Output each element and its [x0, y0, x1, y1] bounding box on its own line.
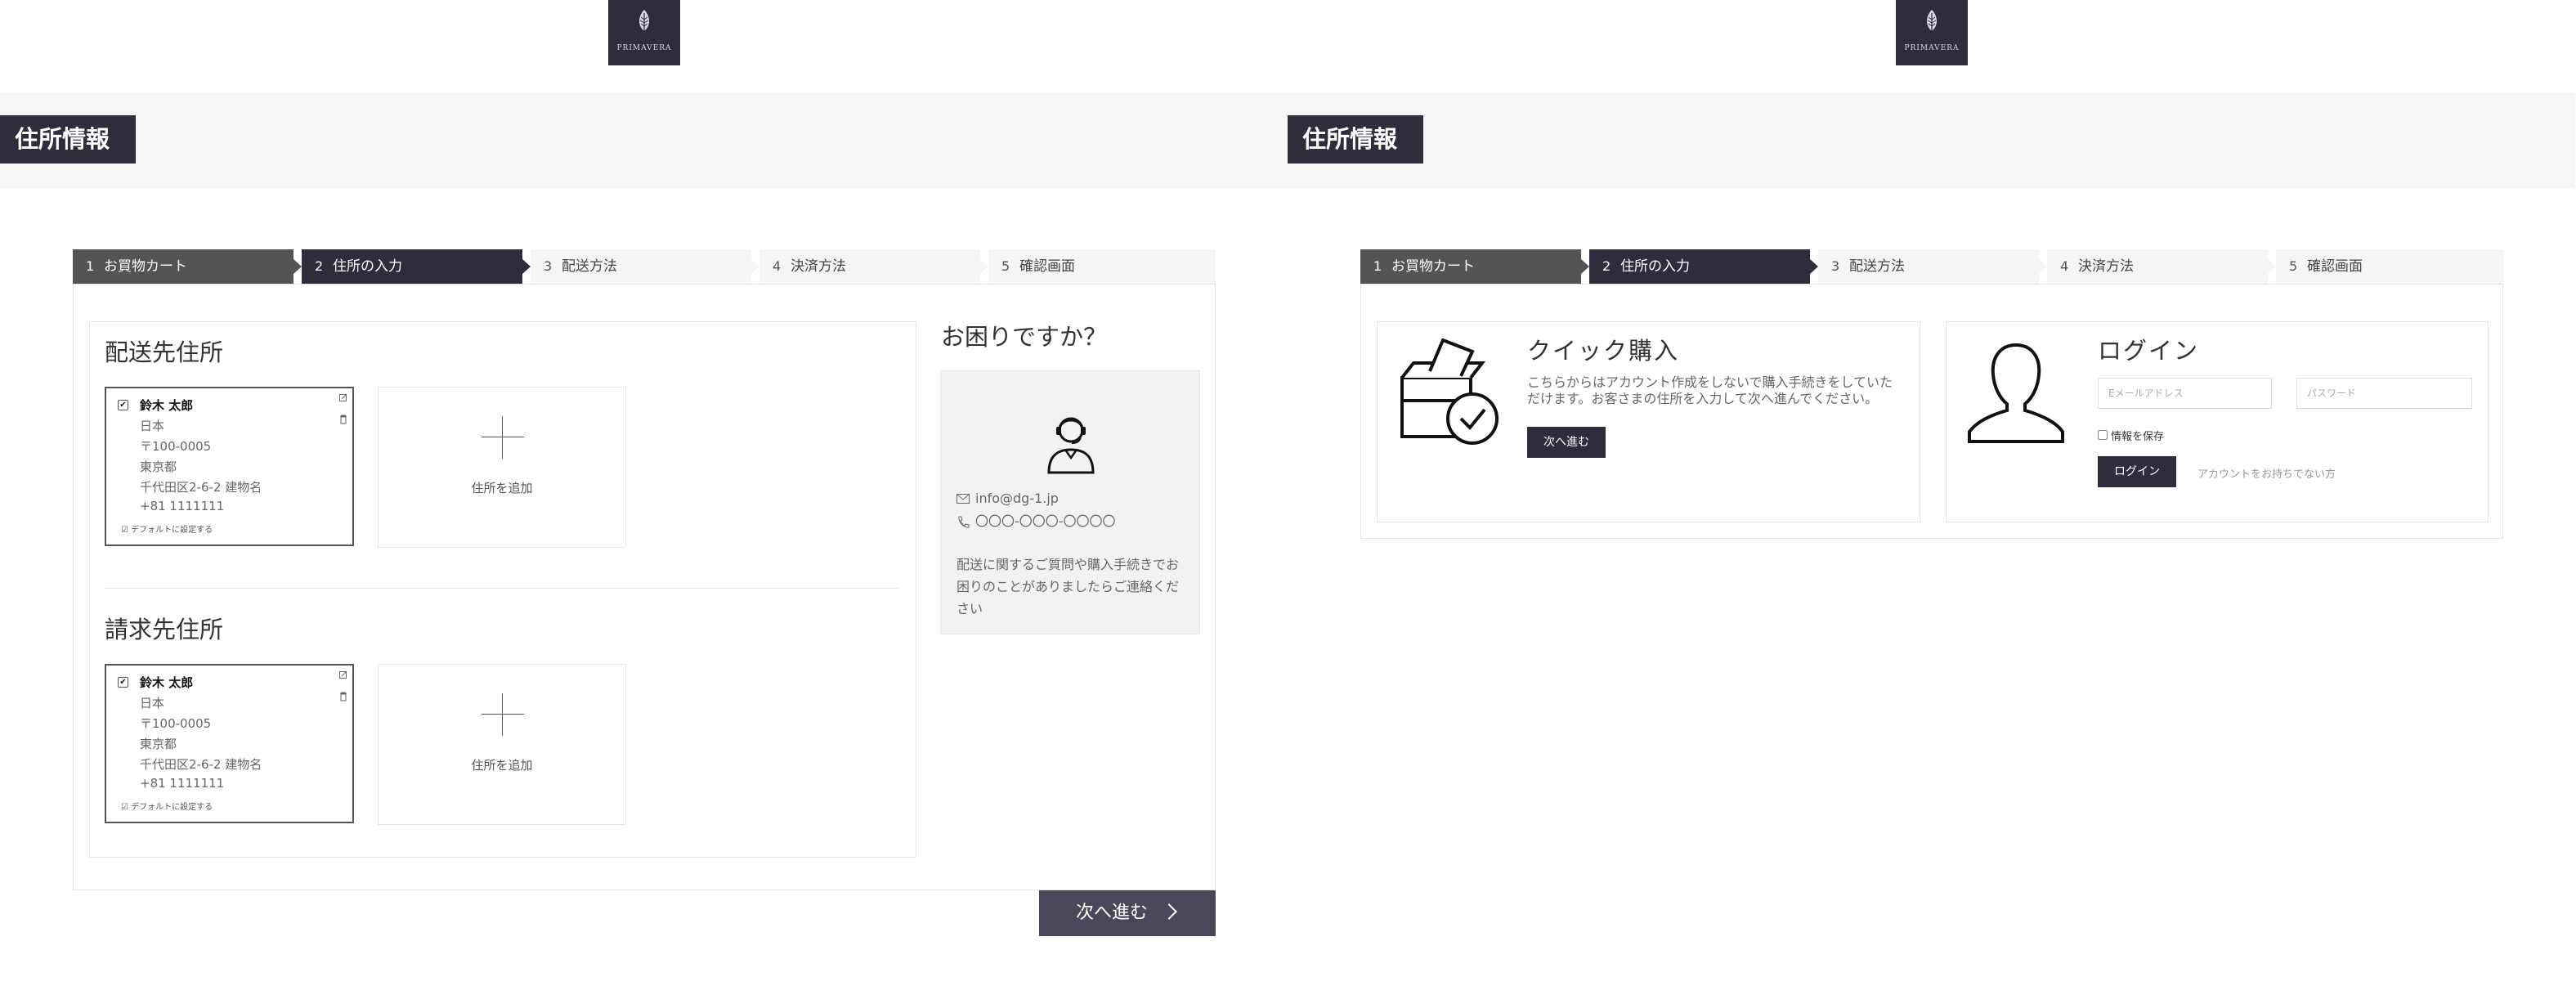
edit-icon[interactable] — [339, 393, 347, 401]
step-cart[interactable]: 1 お買物カート — [1360, 249, 1589, 284]
checkbox-icon: ☑ — [121, 803, 132, 812]
step-confirm[interactable]: 5 確認画面 — [2276, 249, 2503, 284]
address-street: 千代田区2-6-2 建物名 — [140, 480, 262, 495]
help-title: お困りですか？ — [941, 323, 1108, 351]
shipping-address-card[interactable]: ✔ 鈴木 太郎 日本 〒100-0005 東京都 千代田区2-6-2 建物名 +… — [105, 387, 354, 546]
quick-purchase-next-button[interactable]: 次へ進む — [1527, 427, 1606, 458]
step-payment-method[interactable]: 4 決済方法 — [2047, 249, 2276, 284]
billing-title: 請求先住所 — [105, 616, 224, 643]
step-payment-method[interactable]: 4 決済方法 — [759, 249, 988, 284]
step-address[interactable]: 2 住所の入力 — [1589, 249, 1818, 284]
add-billing-address-card[interactable]: 住所を追加 — [378, 664, 626, 825]
set-default-link[interactable]: ☑ デフォルトに設定する — [121, 522, 213, 535]
page-title: 住所情報 — [0, 115, 136, 164]
set-default-link[interactable]: ☑ デフォルトに設定する — [121, 800, 213, 812]
address-phone: +81 1111111 — [140, 776, 225, 791]
plus-icon — [482, 416, 524, 459]
leaf-logo-icon — [1927, 10, 1937, 34]
address-selected-checkbox[interactable]: ✔ — [118, 400, 128, 410]
address-street: 千代田区2-6-2 建物名 — [140, 757, 262, 772]
quick-purchase-title: クイック購入 — [1527, 337, 1680, 365]
plus-icon — [482, 693, 524, 736]
step-confirm[interactable]: 5 確認画面 — [988, 249, 1216, 284]
billing-address-card[interactable]: ✔ 鈴木 太郎 日本 〒100-0005 東京都 千代田区2-6-2 建物名 +… — [105, 664, 354, 823]
title-band — [1288, 92, 2575, 188]
chevron-right-icon — [1161, 903, 1177, 920]
help-phone[interactable]: 〇〇〇-〇〇〇-〇〇〇〇 — [975, 510, 1116, 532]
address-prefecture: 東京都 — [140, 459, 177, 474]
step-address[interactable]: 2 住所の入力 — [302, 249, 531, 284]
address-prefecture: 東京都 — [140, 737, 177, 751]
trash-icon[interactable] — [339, 692, 347, 701]
remember-label: 情報を保存 — [2111, 431, 2165, 443]
login-button[interactable]: ログイン — [2098, 456, 2176, 487]
address-name: 鈴木 太郎 — [140, 675, 194, 690]
shipping-title: 配送先住所 — [105, 338, 224, 366]
brand-logo[interactable]: PRIMAVERA — [608, 0, 680, 65]
left-panel: PRIMAVERA 住所情報 1 お買物カート 2 住所の入力 3 配送方法 4 決済方… — [0, 0, 1288, 986]
section-divider — [105, 588, 899, 589]
quick-purchase-desc-2: だけます。お客さまの住所を入力して次へ進んでください。 — [1527, 391, 1879, 406]
address-country: 日本 — [140, 419, 165, 433]
help-message-line-3: さい — [956, 601, 983, 616]
address-country: 日本 — [140, 696, 165, 710]
address-selected-checkbox[interactable]: ✔ — [118, 677, 128, 688]
remember-checkbox[interactable] — [2098, 430, 2108, 440]
trash-icon[interactable] — [339, 415, 347, 424]
address-zip: 〒100-0005 — [140, 439, 212, 454]
login-box: ログイン Eメールアドレス パスワード 情報を保存 ログイン アカウントをお持ち… — [1946, 321, 2489, 522]
checkbox-icon: ☑ — [121, 526, 132, 535]
add-shipping-address-card[interactable]: 住所を追加 — [378, 387, 626, 548]
address-zip: 〒100-0005 — [140, 716, 212, 731]
title-band — [0, 92, 1288, 188]
no-account-link[interactable]: アカウントをお持ちでない方 — [2197, 465, 2336, 481]
help-message-line-2: 困りのことがありましたらご連絡くだ — [956, 579, 1180, 594]
help-box: info@dg-1.jp 〇〇〇-〇〇〇-〇〇〇〇 配送に関するご質問や購入手続… — [940, 370, 1200, 634]
help-email[interactable]: info@dg-1.jp — [975, 487, 1059, 509]
address-name: 鈴木 太郎 — [140, 398, 194, 413]
email-input[interactable]: Eメールアドレス — [2098, 378, 2272, 409]
phone-icon — [958, 516, 970, 528]
mail-icon — [956, 494, 970, 504]
step-shipping-method[interactable]: 3 配送方法 — [531, 249, 759, 284]
step-shipping-method[interactable]: 3 配送方法 — [1818, 249, 2047, 284]
brand-name: PRIMAVERA — [616, 44, 672, 52]
page-title: 住所情報 — [1288, 115, 1423, 164]
brand-logo[interactable]: PRIMAVERA — [1896, 0, 1968, 65]
help-message-line-1: 配送に関するご質問や購入手続きでお — [956, 557, 1180, 572]
quick-purchase-desc-1: こちらからはアカウント作成をしないで購入手続きをしていた — [1527, 374, 1893, 390]
next-button[interactable]: 次へ進む — [1039, 890, 1216, 936]
leaf-logo-icon — [639, 10, 649, 34]
support-agent-icon — [1047, 417, 1095, 474]
user-icon — [1968, 343, 2064, 443]
quick-purchase-box: クイック購入 こちらからはアカウント作成をしないで購入手続きをしていた だけます… — [1377, 321, 1920, 522]
login-title: ログイン — [2098, 337, 2200, 365]
box-check-icon — [1400, 338, 1499, 445]
edit-icon[interactable] — [339, 670, 347, 679]
password-input[interactable]: パスワード — [2296, 378, 2472, 409]
right-panel: PRIMAVERA 住所情報 1 お買物カート 2 住所の入力 3 配送方法 4 決済方… — [1288, 0, 2575, 986]
brand-name: PRIMAVERA — [1904, 44, 1960, 52]
step-cart[interactable]: 1 お買物カート — [73, 249, 302, 284]
address-phone: +81 1111111 — [140, 499, 225, 513]
